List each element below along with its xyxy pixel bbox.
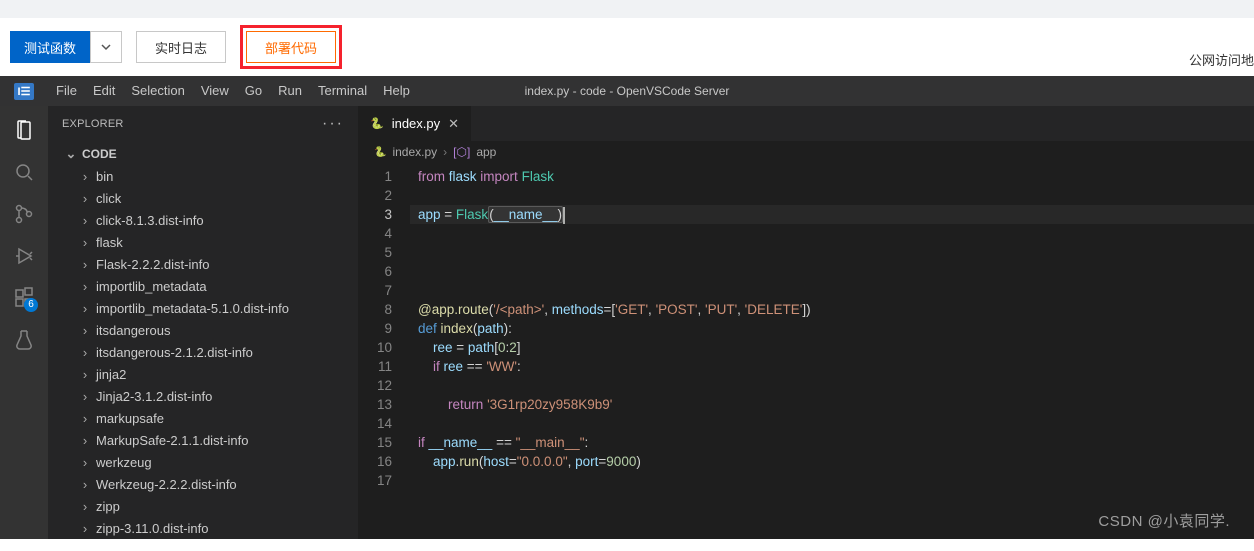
close-tab-icon[interactable]: ✕ [448,116,459,132]
tree-folder[interactable]: ›Flask-2.2.2.dist-info [74,253,358,275]
scm-icon[interactable] [10,200,38,228]
crumb-file: index.py [392,145,437,159]
realtime-log-button[interactable]: 实时日志 [136,31,226,63]
tree-folder[interactable]: ›MarkupSafe-2.1.1.dist-info [74,429,358,451]
tree-folder[interactable]: ›bin [74,165,358,187]
menu-run[interactable]: Run [270,76,310,106]
deploy-highlight: 部署代码 [240,25,342,69]
vscode-logo: I☰ [0,83,48,100]
tree-root[interactable]: ⌄CODE [60,143,358,165]
test-fn-dropdown[interactable] [90,31,122,63]
extensions-icon[interactable]: 6 [10,284,38,312]
tree-folder[interactable]: ›werkzeug [74,451,358,473]
tree-folder[interactable]: ›zipp [74,495,358,517]
activity-bar: 6 [0,106,48,539]
test-fn-button[interactable]: 测试函数 [10,31,90,63]
tab-index-py[interactable]: 🐍 index.py ✕ [358,106,472,141]
menu-terminal[interactable]: Terminal [310,76,375,106]
sidebar: EXPLORER ··· ⌄CODE ›bin›click›click-8.1.… [48,106,358,539]
tree-folder[interactable]: ›click [74,187,358,209]
vscode-title-bar: I☰ File Edit Selection View Go Run Termi… [0,76,1254,106]
variable-icon: [⬡] [453,145,470,159]
search-icon[interactable] [10,158,38,186]
menu-selection[interactable]: Selection [123,76,192,106]
editor-area: 🐍 index.py ✕ 🐍 index.py › [⬡] app 123456… [358,106,1254,539]
explorer-more-icon[interactable]: ··· [322,115,344,133]
menu-file[interactable]: File [48,76,85,106]
tree-folder[interactable]: ›Jinja2-3.1.2.dist-info [74,385,358,407]
python-icon: 🐍 [370,117,384,130]
tree-folder[interactable]: ›flask [74,231,358,253]
tree-folder[interactable]: ›Werkzeug-2.2.2.dist-info [74,473,358,495]
tree-folder[interactable]: ›click-8.1.3.dist-info [74,209,358,231]
chevron-down-icon [101,42,111,52]
extensions-badge: 6 [24,298,38,312]
menu-help[interactable]: Help [375,76,418,106]
tree-folder[interactable]: ›itsdangerous [74,319,358,341]
public-access-label: 公网访问地 [1189,50,1254,69]
explorer-label: EXPLORER [62,118,124,130]
deploy-code-button[interactable]: 部署代码 [246,31,336,63]
crumb-symbol: app [476,145,496,159]
testing-icon[interactable] [10,326,38,354]
menu-edit[interactable]: Edit [85,76,123,106]
menu-view[interactable]: View [193,76,237,106]
test-fn-split: 测试函数 [10,31,122,63]
tree-folder[interactable]: ›itsdangerous-2.1.2.dist-info [74,341,358,363]
breadcrumb[interactable]: 🐍 index.py › [⬡] app [358,141,1254,163]
tree-folder[interactable]: ›jinja2 [74,363,358,385]
python-icon: 🐍 [374,147,386,158]
tree-folder[interactable]: ›zipp-3.11.0.dist-info [74,517,358,539]
code-editor[interactable]: 1234567891011121314151617 from flask imp… [358,163,1254,539]
debug-icon[interactable] [10,242,38,270]
tree-folder[interactable]: ›markupsafe [74,407,358,429]
menu-go[interactable]: Go [237,76,270,106]
explorer-icon[interactable] [10,116,38,144]
tree-folder[interactable]: ›importlib_metadata [74,275,358,297]
tree-folder[interactable]: ›importlib_metadata-5.1.0.dist-info [74,297,358,319]
tab-filename: index.py [392,116,440,131]
